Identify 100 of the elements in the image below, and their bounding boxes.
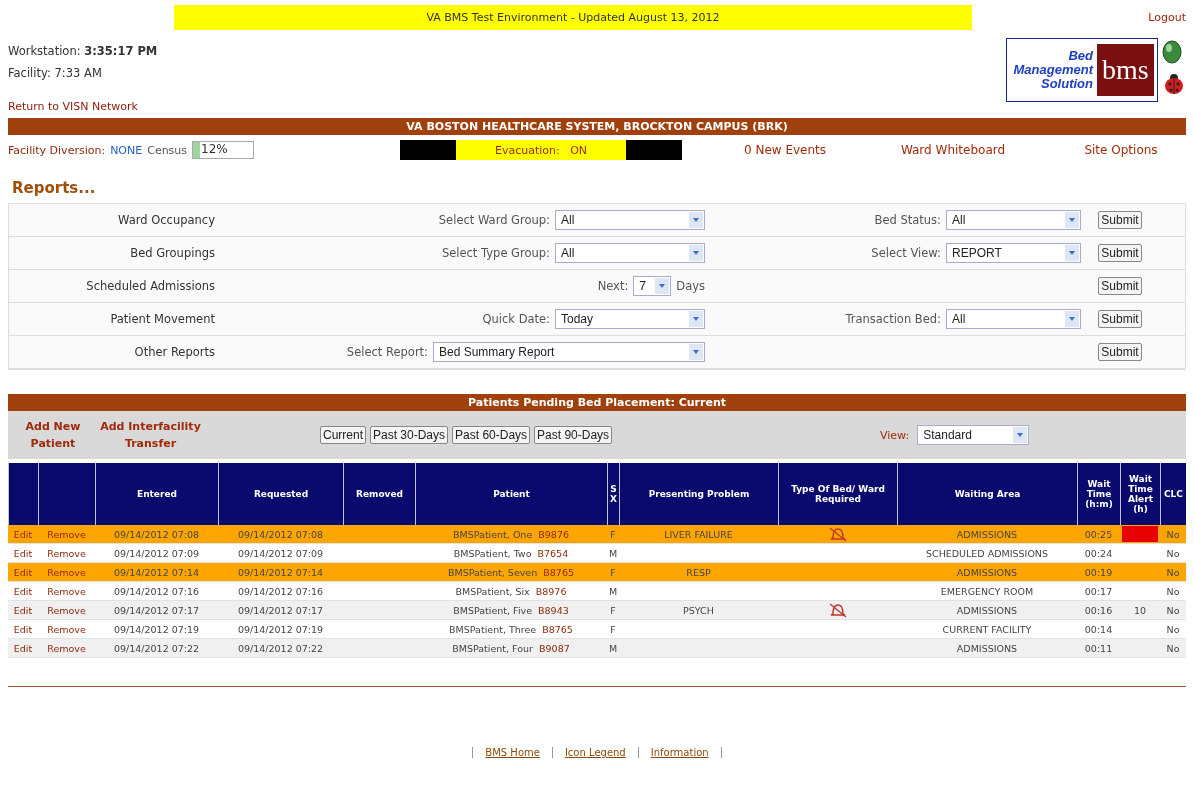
dropdown[interactable]: All [555, 243, 705, 263]
waiting-area: CURRENT FACILITY [942, 623, 1032, 635]
edit-link[interactable]: Edit [13, 604, 33, 616]
submit-button[interactable]: Submit [1098, 277, 1142, 295]
clc-cell: No [1166, 547, 1180, 559]
edit-link[interactable]: Edit [13, 566, 33, 578]
field-label: Select Report: [346, 345, 428, 359]
caret-icon[interactable] [655, 278, 670, 294]
edit-link[interactable]: Edit [13, 642, 33, 654]
patient-id-link[interactable]: B8976 [535, 585, 567, 597]
patient-name: BMSPatient, Seven [448, 566, 538, 578]
submit-button[interactable]: Submit [1098, 343, 1142, 361]
waiting-area: ADMISSIONS [956, 528, 1018, 540]
clc-cell: No [1166, 585, 1180, 597]
return-link[interactable]: Return to VISN Network [8, 100, 158, 113]
column-header: Requested [253, 489, 309, 499]
remove-link[interactable]: Remove [47, 585, 86, 597]
edit-link[interactable]: Edit [13, 528, 33, 540]
footer-link[interactable]: Icon Legend [564, 747, 626, 758]
submit-button[interactable]: Submit [1098, 211, 1142, 229]
dropdown[interactable]: Today [555, 309, 705, 329]
waiting-area: SCHEDULED ADMISSIONS [926, 547, 1048, 559]
entered-time: 09/14/2012 07:09 [113, 547, 200, 559]
entered-time: 09/14/2012 07:16 [113, 585, 200, 597]
remove-link[interactable]: Remove [47, 566, 86, 578]
remove-link[interactable]: Remove [47, 623, 86, 635]
header-link[interactable]: Site Options [1056, 143, 1186, 157]
patient-id-link[interactable]: B9087 [539, 642, 570, 654]
sex-cell: M [608, 547, 618, 559]
view-dropdown[interactable]: Standard [917, 425, 1030, 445]
alert-hours: 10 [1133, 604, 1147, 616]
patient-id-link[interactable]: B8765 [543, 566, 574, 578]
logout-link[interactable]: Logout [1148, 10, 1186, 24]
caret-icon[interactable] [689, 311, 703, 327]
header-link[interactable]: Ward Whiteboard [888, 143, 1018, 157]
dropdown[interactable]: 7 [633, 276, 672, 296]
dropdown[interactable]: All [946, 210, 1081, 230]
sex-cell: M [608, 585, 618, 597]
patient-id-link[interactable]: B8943 [538, 604, 569, 616]
column-header: Presenting Problem [648, 489, 750, 499]
requested-time: 09/14/2012 07:09 [237, 547, 324, 559]
clock-time: 3:35:17 PM [84, 44, 158, 58]
requested-time: 09/14/2012 07:17 [237, 604, 324, 616]
patient-name: BMSPatient, Four [452, 642, 533, 654]
clc-cell: No [1166, 623, 1180, 635]
caret-icon[interactable] [1065, 311, 1079, 327]
patient-id-link[interactable]: B7654 [537, 547, 569, 559]
wait-time: 00:24 [1084, 547, 1113, 559]
column-header: Wait Time (h:m) [1084, 479, 1114, 509]
patient-id-link[interactable]: B9876 [538, 528, 569, 540]
action-link[interactable]: Add New Patient [8, 418, 98, 452]
patient-id-link[interactable]: B8765 [542, 623, 573, 635]
dropdown[interactable]: Bed Summary Report [433, 342, 705, 362]
sex-cell: M [608, 642, 618, 654]
remove-link[interactable]: Remove [47, 547, 86, 559]
view-label: View: [880, 428, 910, 442]
header-link[interactable]: 0 New Events [720, 143, 850, 157]
requested-time: 09/14/2012 07:08 [237, 528, 324, 540]
requested-time: 09/14/2012 07:22 [237, 642, 324, 654]
dropdown[interactable]: All [555, 210, 705, 230]
footer-link[interactable]: BMS Home [485, 747, 540, 758]
column-header: CLC [1164, 489, 1183, 499]
caret-icon[interactable] [1013, 427, 1028, 443]
patient-name: BMSPatient, One [453, 528, 533, 540]
edit-link[interactable]: Edit [13, 547, 33, 559]
submit-button[interactable]: Submit [1098, 244, 1142, 262]
range-button[interactable]: Current [320, 426, 366, 444]
action-link[interactable]: Add Interfacility Transfer [98, 418, 203, 452]
remove-link[interactable]: Remove [47, 528, 86, 540]
report-name: Bed Groupings [129, 246, 215, 260]
range-button[interactable]: Past 30-Days [370, 426, 449, 444]
wait-time: 00:11 [1084, 642, 1113, 654]
field-label: Next: [597, 279, 629, 293]
caret-icon[interactable] [1065, 212, 1079, 228]
dropdown[interactable]: REPORT [946, 243, 1081, 263]
footer-link[interactable]: Information [650, 747, 709, 758]
range-button[interactable]: Past 90-Days [534, 426, 613, 444]
field-label: Select Type Group: [441, 246, 550, 260]
requested-time: 09/14/2012 07:16 [237, 585, 324, 597]
sex-cell: F [610, 623, 616, 635]
wait-time: 00:17 [1084, 585, 1113, 597]
caret-icon[interactable] [1065, 245, 1079, 261]
caret-icon[interactable] [689, 245, 703, 261]
edit-link[interactable]: Edit [13, 623, 33, 635]
remove-link[interactable]: Remove [47, 642, 86, 654]
field-label: Select Ward Group: [438, 213, 550, 227]
clc-cell: No [1166, 604, 1180, 616]
report-name: Patient Movement [109, 312, 215, 326]
evacuation-indicator: Evacuation: ON [400, 140, 682, 160]
remove-link[interactable]: Remove [47, 604, 86, 616]
submit-button[interactable]: Submit [1098, 310, 1142, 328]
caret-icon[interactable] [689, 212, 703, 228]
edit-link[interactable]: Edit [13, 585, 33, 597]
range-button[interactable]: Past 60-Days [452, 426, 531, 444]
waiting-area: EMERGENCY ROOM [940, 585, 1034, 597]
caret-icon[interactable] [689, 344, 703, 360]
problem-cell: PSYCH [683, 604, 714, 616]
entered-time: 09/14/2012 07:14 [113, 566, 200, 578]
column-header: Removed [356, 489, 403, 499]
dropdown[interactable]: All [946, 309, 1081, 329]
